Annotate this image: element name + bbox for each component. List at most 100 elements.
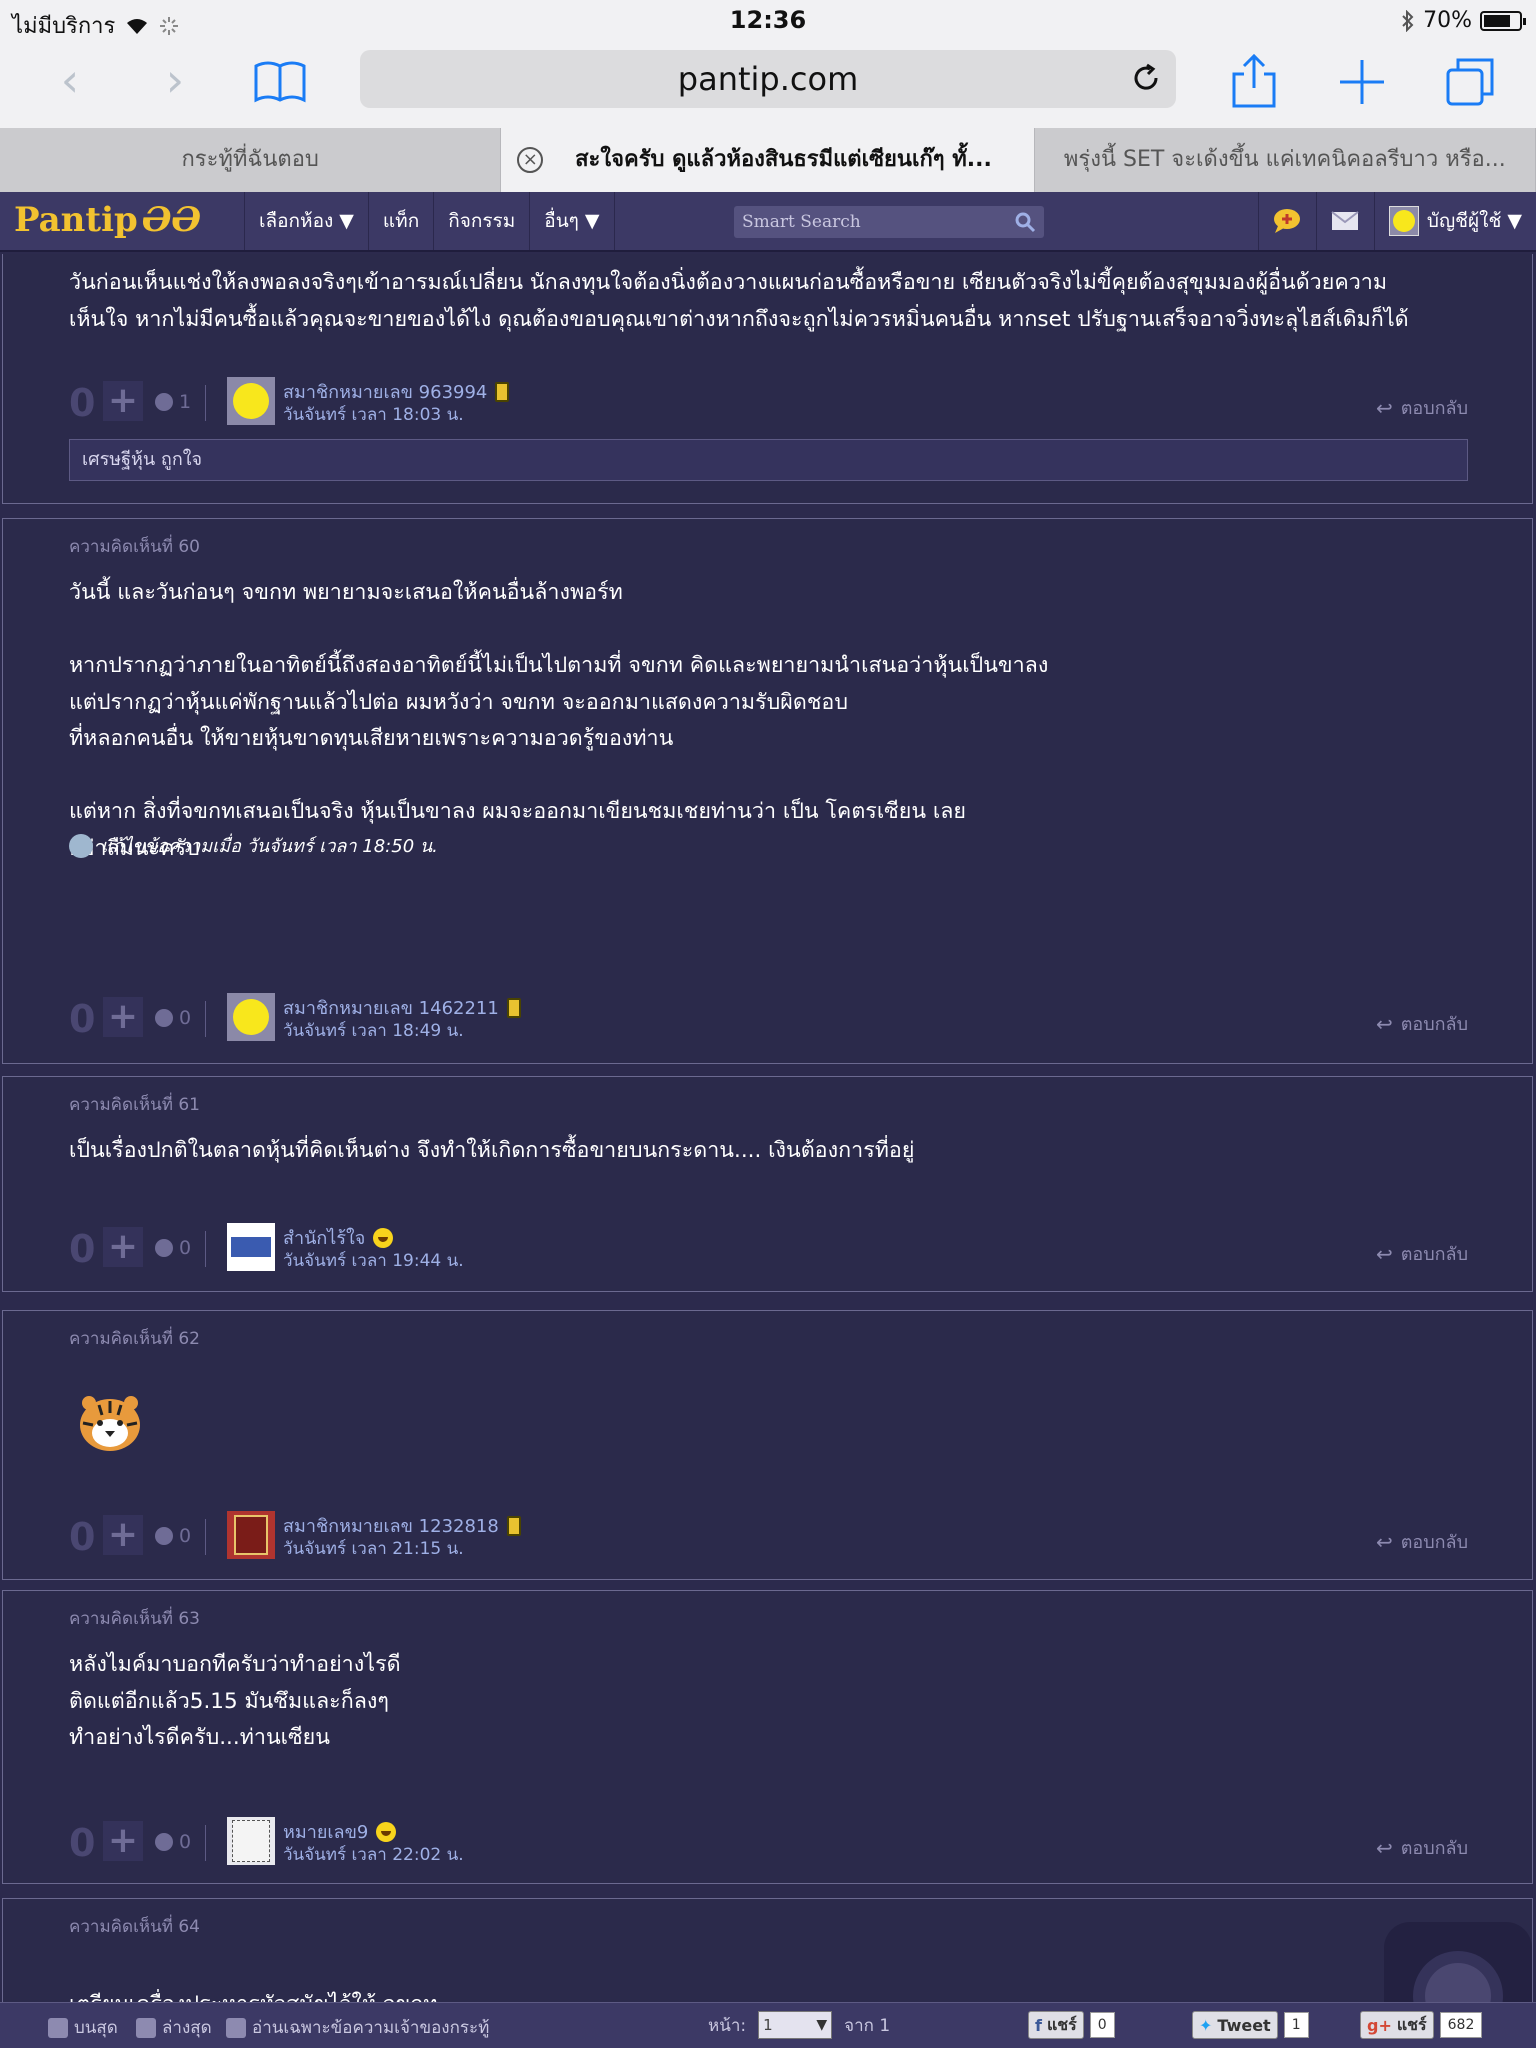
facebook-share: f แชร์ 0 — [1028, 2011, 1115, 2039]
reply-button[interactable]: ↩ ตอบกลับ — [1376, 1527, 1468, 1556]
screen: ไม่มีบริการ 12:36 70% ‹ › pantip.com กระ… — [0, 0, 1536, 2048]
pantip-navbar: Pantip ƏƏ เลือกห้อง ▼ แท็ก กิจกรรม อื่นๆ … — [0, 192, 1536, 252]
tab-set-thread[interactable]: พรุ่งนี้ SET จะเด้งขึ้น แค่เทคนิคอลรีบาว… — [1035, 128, 1536, 192]
reply-icon: ↩ — [1375, 1835, 1393, 1860]
scroll-bottom-button[interactable]: ล่างสุด — [136, 2014, 212, 2041]
comment-card: ความคิดเห็นที่ 60 วันนี้ และวันก่อนๆ จขก… — [2, 518, 1533, 1064]
comment-card: ความคิดเห็นที่ 63 หลังไมค์มาบอกทีครับว่า… — [2, 1590, 1533, 1884]
divider — [205, 1001, 206, 1037]
emotion-button[interactable]: 0 — [155, 1525, 191, 1547]
emotion-button[interactable]: 0 — [155, 1007, 191, 1029]
battery-percent: 70% — [1423, 8, 1472, 33]
twitter-share: ✦ Tweet 1 — [1192, 2011, 1309, 2039]
page-select[interactable]: 1 ▼ — [758, 2011, 833, 2039]
reply-button[interactable]: ↩ ตอบกลับ — [1376, 1009, 1468, 1038]
divider — [205, 1825, 206, 1861]
reload-icon[interactable] — [1130, 62, 1162, 94]
tab-my-replies[interactable]: กระทู้ที่ฉันตอบ — [0, 128, 502, 192]
vote-plus-button[interactable]: + — [103, 1515, 143, 1555]
smiley-icon — [233, 383, 269, 419]
reply-label: ตอบกลับ — [1400, 398, 1468, 419]
reply-icon: ↩ — [1375, 395, 1393, 420]
tab-current-thread[interactable]: × สะใจครับ ดูแล้วห้องสินธรมีแต่เซียนเก๊ๆ… — [501, 128, 1035, 192]
vote-score: 0 — [69, 1227, 96, 1271]
mobile-badge-icon — [495, 381, 510, 402]
tiger-emoticon-icon — [80, 1396, 140, 1451]
comment-footer: 0 + 0 สมาชิกหมายเลข 1232818 วันจันทร์ เว… — [69, 1511, 1468, 1565]
comment-card: ความคิดเห็นที่ 64 เตรียมเครื่องประหารหัว… — [2, 1898, 1533, 2002]
emotion-count: 0 — [179, 1525, 192, 1547]
forward-button[interactable]: › — [155, 57, 195, 106]
owner-only-button[interactable]: อ่านเฉพาะข้อความเจ้าของกระทู้ — [226, 2014, 489, 2041]
vote-plus-button[interactable]: + — [103, 381, 143, 421]
comment-date: วันจันทร์ เวลา 22:02 น. — [283, 1845, 464, 1865]
emotion-icon — [155, 393, 173, 411]
tab-current-label: สะใจครับ ดูแล้วห้องสินธรมีแต่เซียนเก๊ๆ ท… — [575, 147, 992, 172]
emotion-count: 0 — [179, 1831, 192, 1853]
floating-assistive-button[interactable] — [1384, 1922, 1532, 2002]
reply-button[interactable]: ↩ ตอบกลับ — [1376, 1239, 1468, 1268]
bookmarks-icon[interactable] — [250, 52, 310, 112]
tabs-overview-icon[interactable] — [1440, 52, 1500, 112]
laugh-badge-icon — [373, 1227, 394, 1248]
edit-note-text: แก้ไขข้อความเมื่อ วันจันทร์ เวลา 18:50 น… — [101, 836, 438, 857]
mobile-badge-icon — [506, 997, 521, 1018]
avatar-image — [232, 1820, 270, 1862]
comment-body: วันก่อนเห็นแช่งให้ลงพอลงจริงๆเข้าอารมณ์เ… — [69, 270, 1409, 332]
back-button[interactable]: ‹ — [50, 57, 90, 106]
menu-tags[interactable]: แท็ก — [367, 192, 433, 250]
new-tab-icon[interactable] — [1332, 52, 1392, 112]
emotion-icon — [155, 1009, 173, 1027]
emotion-button[interactable]: 0 — [155, 1831, 191, 1853]
owner-only-label: อ่านเฉพาะข้อความเจ้าของกระทู้ — [252, 2018, 490, 2038]
tweet-button[interactable]: ✦ Tweet — [1192, 2011, 1278, 2039]
arrow-down-icon — [136, 2017, 156, 2038]
search-icon[interactable] — [1014, 211, 1036, 233]
search-input[interactable] — [734, 206, 1004, 238]
emotion-button[interactable]: 1 — [155, 391, 191, 413]
avatar[interactable] — [227, 1817, 275, 1865]
browser-toolbar: ‹ › pantip.com — [0, 40, 1536, 128]
gplus-share-button[interactable]: g+ แชร์ — [1360, 2011, 1434, 2039]
emotion-count: 0 — [179, 1237, 192, 1259]
avatar[interactable] — [227, 377, 275, 425]
avatar-image — [234, 1515, 268, 1555]
emotion-count: 0 — [179, 1007, 192, 1029]
divider — [205, 1519, 206, 1555]
menu-more[interactable]: อื่นๆ ▼ — [529, 192, 615, 250]
scroll-top-button[interactable]: บนสุด — [48, 2014, 118, 2041]
emotion-icon — [155, 1239, 173, 1257]
reply-label: ตอบกลับ — [1400, 1014, 1468, 1035]
reply-button[interactable]: ↩ ตอบกลับ — [1376, 393, 1468, 422]
avatar[interactable] — [227, 993, 275, 1041]
reply-label: ตอบกลับ — [1400, 1244, 1468, 1265]
emotion-button[interactable]: 0 — [155, 1237, 191, 1259]
comment-date: วันจันทร์ เวลา 18:49 น. — [283, 1021, 464, 1041]
vote-plus-button[interactable]: + — [103, 1821, 143, 1861]
gplus-share-label: แชร์ — [1396, 2014, 1427, 2034]
tweet-count: 1 — [1283, 2012, 1309, 2038]
close-tab-icon[interactable]: × — [517, 147, 544, 173]
menu-choose-room[interactable]: เลือกห้อง ▼ — [244, 192, 368, 250]
reply-label: ตอบกลับ — [1400, 1532, 1468, 1553]
account-menu[interactable]: บัญชีผู้ใช้ ▼ — [1373, 192, 1536, 250]
reply-label: ตอบกลับ — [1400, 1838, 1468, 1859]
facebook-share-button[interactable]: f แชร์ — [1028, 2011, 1084, 2039]
new-topic-button[interactable] — [1257, 192, 1316, 250]
vote-plus-button[interactable]: + — [103, 997, 143, 1037]
address-bar[interactable]: pantip.com — [360, 50, 1176, 108]
bluetooth-icon — [1402, 9, 1414, 32]
comment-footer: 0 + 0 สำนักไร้ใจ วันจันทร์ เวลา 19:44 น.… — [69, 1223, 1468, 1277]
comment-number: ความคิดเห็นที่ 62 — [69, 1329, 200, 1349]
comment-number: ความคิดเห็นที่ 60 — [69, 537, 200, 557]
avatar[interactable] — [227, 1223, 275, 1271]
reply-button[interactable]: ↩ ตอบกลับ — [1376, 1833, 1468, 1862]
share-icon[interactable] — [1224, 52, 1284, 112]
vote-plus-button[interactable]: + — [103, 1227, 143, 1267]
plus-icon: + — [107, 1226, 139, 1267]
messages-button[interactable] — [1315, 192, 1374, 250]
pantip-logo[interactable]: Pantip ƏƏ — [14, 200, 201, 240]
gplus-count: 682 — [1439, 2012, 1483, 2038]
avatar[interactable] — [227, 1511, 275, 1559]
menu-activities[interactable]: กิจกรรม — [433, 192, 529, 250]
